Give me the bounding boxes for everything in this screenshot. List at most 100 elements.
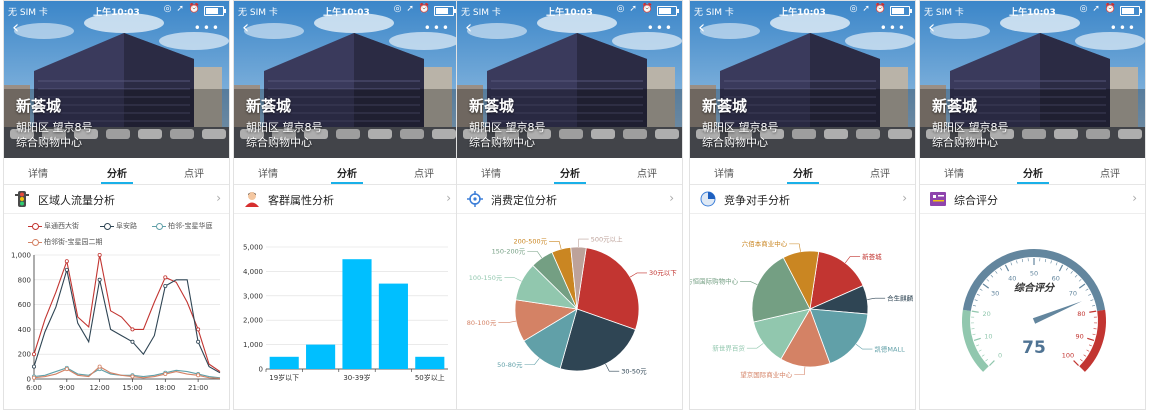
more-dots-icon[interactable]: •••	[647, 21, 674, 35]
status-bar: 无 SIM 卡上午10:03 ◎ ➚ ⏰	[234, 1, 459, 19]
data-point[interactable]	[130, 327, 135, 332]
line-chart: 0 200 400 600 800 1,000 6:00 9:00 12:00 15:00 18:0…	[11, 252, 221, 392]
tab-reviews[interactable]: 点评	[617, 165, 677, 180]
back-arrow-icon[interactable]: ‹	[12, 19, 26, 37]
data-point[interactable]	[97, 277, 102, 282]
data-point[interactable]	[196, 339, 201, 344]
battery-icon	[657, 6, 679, 16]
slice-label: 200-500元	[513, 238, 547, 246]
tab-details[interactable]: 详情	[461, 165, 521, 180]
data-point[interactable]	[196, 373, 201, 378]
bar[interactable]	[269, 356, 299, 369]
slice-label: 合生麒麟	[887, 294, 914, 303]
place-address: 朝阳区 望京8号	[16, 121, 93, 134]
gauge-title: 综合评分	[1014, 282, 1056, 294]
chart-area: 30元以下 30-50元 50-80元 80-100元 100-150元 150-200元…	[457, 213, 682, 409]
gauge-tick-label: 40	[1008, 275, 1016, 283]
back-arrow-icon[interactable]: ‹	[698, 19, 712, 37]
chevron-right-icon[interactable]: ›	[1132, 191, 1137, 205]
data-point[interactable]	[97, 364, 102, 369]
chevron-right-icon[interactable]: ›	[216, 191, 221, 205]
phone-screen-2: 无 SIM 卡上午10:03 ◎ ➚ ⏰ ‹ ••• 新荟城 朝阳区 望京8号 综合购物中心…	[233, 0, 460, 410]
back-arrow-icon[interactable]: ‹	[242, 19, 256, 37]
tab-analysis[interactable]: 分析	[540, 165, 600, 184]
tab-details[interactable]: 详情	[8, 165, 68, 180]
legend-item[interactable]: 阜通西大街	[28, 221, 79, 231]
tab-analysis[interactable]: 分析	[773, 165, 833, 184]
bar[interactable]	[415, 356, 445, 369]
tab-analysis[interactable]: 分析	[87, 165, 147, 184]
chart-area: 阜通西大街 阜安路 柏邻-宝星华庭 柏邻街-宝星园二期 0 200 400 600 800 1,0…	[4, 213, 229, 409]
y-tick-label: 0	[27, 376, 31, 384]
hero-banner: 无 SIM 卡上午10:03 ◎ ➚ ⏰ ‹ ••• 新荟城 朝阳区 望京8号 综合购物中心	[234, 1, 459, 158]
more-dots-icon[interactable]: •••	[1110, 21, 1137, 35]
chevron-right-icon[interactable]: ›	[669, 191, 674, 205]
data-point[interactable]	[64, 267, 69, 272]
place-category: 综合购物中心	[932, 136, 998, 149]
data-point[interactable]	[31, 352, 36, 357]
hero-banner: 无 SIM 卡上午10:03 ◎ ➚ ⏰ ‹ ••• 新荟城 朝阳区 望京8号 综合购物中心	[457, 1, 682, 158]
legend-item[interactable]: 柏邻街-宝星园二期	[28, 237, 103, 247]
back-arrow-icon[interactable]: ‹	[928, 19, 942, 37]
gauge-tick-label: 100	[1062, 351, 1074, 359]
slice-label: 方恒国际购物中心	[690, 277, 739, 286]
tab-details[interactable]: 详情	[694, 165, 754, 180]
data-point[interactable]	[97, 253, 102, 258]
data-point[interactable]	[64, 259, 69, 264]
bar[interactable]	[378, 283, 408, 369]
status-icons: ◎ ➚ ⏰	[616, 4, 654, 14]
tab-reviews[interactable]: 点评	[1080, 165, 1140, 180]
data-point[interactable]	[163, 275, 168, 280]
chevron-right-icon[interactable]: ›	[902, 191, 907, 205]
legend-item[interactable]: 阜安路	[100, 221, 137, 231]
slice-label: 80-100元	[467, 319, 497, 327]
legend-label: 阜安路	[116, 222, 137, 230]
chevron-right-icon[interactable]: ›	[446, 191, 451, 205]
bar[interactable]	[342, 259, 372, 369]
slice-label: 新荟城	[862, 252, 882, 261]
more-dots-icon[interactable]: •••	[194, 21, 221, 35]
data-point[interactable]	[31, 364, 36, 369]
tab-analysis[interactable]: 分析	[1003, 165, 1063, 184]
data-point[interactable]	[163, 284, 168, 289]
back-arrow-icon[interactable]: ‹	[465, 19, 479, 37]
tab-details[interactable]: 详情	[924, 165, 984, 180]
y-tick-label: 1,000	[11, 252, 31, 260]
more-dots-icon[interactable]: •••	[880, 21, 907, 35]
place-address: 朝阳区 望京8号	[932, 121, 1009, 134]
bar[interactable]	[306, 344, 336, 369]
data-point[interactable]	[31, 375, 36, 380]
x-tick-label: 12:00	[90, 384, 110, 392]
tab-bar: 详情 分析 点评	[234, 158, 459, 185]
data-point[interactable]	[130, 339, 135, 344]
y-tick-label: 2,000	[243, 317, 263, 325]
pie-icon	[700, 191, 716, 207]
place-title: 新荟城	[16, 97, 62, 115]
tab-analysis[interactable]: 分析	[317, 165, 377, 184]
tab-reviews[interactable]: 点评	[394, 165, 454, 180]
data-point[interactable]	[196, 327, 201, 332]
data-point[interactable]	[163, 372, 168, 377]
section-header[interactable]: 区域人流量分析 ›	[4, 185, 229, 214]
section-header[interactable]: 竞争对手分析 ›	[690, 185, 915, 214]
legend-item[interactable]: 柏邻-宝星华庭	[152, 221, 213, 231]
y-tick-label: 4,000	[243, 268, 263, 276]
section-header[interactable]: 客群属性分析 ›	[234, 185, 459, 214]
tab-reviews[interactable]: 点评	[164, 165, 224, 180]
chart-area: 新荟城 合生麒麟 凯德MALL 望京国际商业中心 新世界百货 方恒国际购物中心 六佰本商业中…	[690, 213, 915, 409]
gauge-tick-label: 70	[1069, 289, 1077, 297]
more-dots-icon[interactable]: •••	[424, 21, 451, 35]
data-point[interactable]	[64, 367, 69, 372]
tab-reviews[interactable]: 点评	[850, 165, 910, 180]
section-header[interactable]: 综合评分 ›	[920, 185, 1145, 214]
section-title: 区域人流量分析	[38, 194, 115, 207]
hero-banner: 无 SIM 卡上午10:03 ◎ ➚ ⏰ ‹ ••• 新荟城 朝阳区 望京8号 综合购物中心	[920, 1, 1145, 158]
place-title: 新荟城	[469, 97, 515, 115]
section-header[interactable]: 消费定位分析 ›	[457, 185, 682, 214]
bar-chart: 0 1,000 2,000 3,000 4,000 5,000 19岁以下 30-39岁 50岁…	[243, 244, 448, 382]
tab-details[interactable]: 详情	[238, 165, 298, 180]
legend-label: 阜通西大街	[44, 222, 79, 230]
legend-marker-icon	[28, 222, 42, 230]
section-title: 综合评分	[954, 194, 998, 207]
data-point[interactable]	[130, 374, 135, 379]
